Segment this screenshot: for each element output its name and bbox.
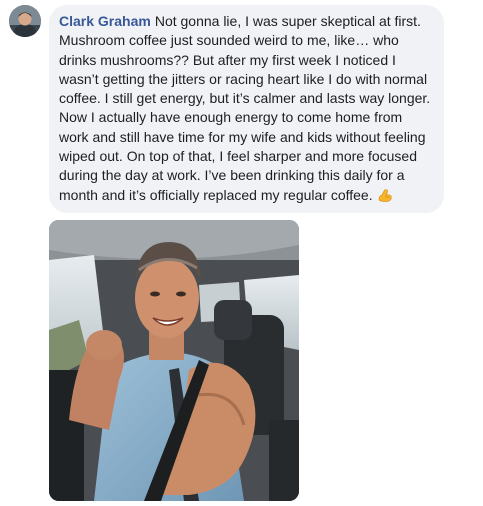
flexed-biceps-icon xyxy=(378,188,392,202)
comment-author-link[interactable]: Clark Graham xyxy=(59,13,151,29)
man-flexing-in-car-image xyxy=(49,220,299,501)
comment-bubble: Clark Graham Not gonna lie, I was super s… xyxy=(49,5,444,213)
comment-text: Not gonna lie, I was super skeptical at … xyxy=(59,13,431,203)
avatar[interactable] xyxy=(9,5,41,37)
comment-photo[interactable] xyxy=(49,220,299,501)
avatar-image xyxy=(9,5,41,37)
